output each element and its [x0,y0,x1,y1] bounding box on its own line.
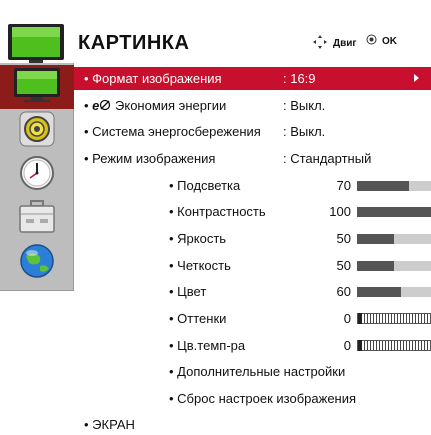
brightness-slider-fill [357,234,394,244]
sharpness-slider-fill [357,261,394,271]
speaker-icon [18,110,56,153]
picture-format-value: : 16:9 [283,71,316,86]
energy-saving-value: : Выкл. [283,98,326,113]
contrast-slider-fill [357,207,431,217]
menu-row-power-saving-system[interactable]: • Система энергосбережения : Выкл. [74,120,431,143]
sharpness-label: • Четкость [169,258,231,273]
dpad-icon [312,34,328,53]
color-temperature-value: 0 [343,338,351,353]
ok-button-icon [366,34,377,48]
sidebar-item-settings[interactable] [0,197,74,241]
tint-slider-marker [358,313,362,324]
tint-value: 0 [343,311,351,326]
eco-logo-icon: e [92,98,111,113]
picture-format-label: • Формат изображения [84,71,222,86]
brightness-slider[interactable] [357,234,431,244]
picture-reset-label: • Сброс настроек изображения [169,391,357,406]
color-temperature-slider-marker [358,340,362,351]
brightness-value: 50 [336,231,351,246]
energy-saving-label-wrap: • e Экономия энергии [84,98,226,113]
menu-row-contrast[interactable]: • Контрастность 100 [74,200,431,223]
category-sidebar [0,63,74,291]
globe-icon [18,242,56,285]
picture-mode-label: • Режим изображения [84,151,216,166]
screen-label: • ЭКРАН [84,417,135,432]
tv-screen-icon [13,67,61,108]
sharpness-slider[interactable] [357,261,431,271]
menu-row-tint[interactable]: • Оттенки 0 [74,307,431,330]
tv-menu-screen: КАРТИНКА Двиг OK • Формат изображения: … [0,0,431,435]
sidebar-item-time[interactable] [0,153,74,197]
power-saving-system-label: • Система энергосбережения [84,124,261,139]
menu-row-picture-reset[interactable]: • Сброс настроек изображения [74,387,431,410]
sidebar-item-picture[interactable] [0,65,74,109]
tint-label: • Оттенки [169,311,227,326]
energy-saving-bullet: • [84,98,93,113]
ok-hint-label: OK [382,35,397,47]
contrast-slider[interactable] [357,207,431,217]
navigate-hint-label: Двиг [333,38,357,49]
menu-row-picture-format[interactable]: • Формат изображения : 16:9 [74,67,431,90]
toolbox-icon [17,199,57,240]
menu-row-sharpness[interactable]: • Четкость 50 [74,254,431,277]
power-saving-system-value: : Выкл. [283,124,326,139]
tv-screen-icon [7,22,65,66]
backlight-value: 70 [336,178,351,193]
ok-hint: OK [366,34,397,48]
page-title: КАРТИНКА [78,32,190,54]
navigate-hint: Двиг [312,34,357,53]
menu-row-picture-mode[interactable]: • Режим изображения : Стандартный [74,147,431,170]
picture-settings-menu: • Формат изображения : 16:9 • e Экономия… [74,63,431,435]
eco-logo-letter: e [92,98,100,113]
color-label: • Цвет [169,284,207,299]
backlight-slider[interactable] [357,181,431,191]
sidebar-item-network[interactable] [0,241,74,285]
tint-balance-slider[interactable] [357,313,431,324]
menu-row-color[interactable]: • Цвет 60 [74,280,431,303]
energy-saving-label: Экономия энергии [111,98,227,113]
sidebar-item-audio[interactable] [0,109,74,153]
color-slider[interactable] [357,287,431,297]
contrast-value: 100 [329,204,351,219]
clock-icon [18,154,56,197]
menu-row-backlight[interactable]: • Подсветка 70 [74,174,431,197]
color-slider-fill [357,287,402,297]
menu-row-color-temperature[interactable]: • Цв.темп-ра 0 [74,334,431,357]
sharpness-value: 50 [336,258,351,273]
chevron-right-icon [414,74,419,82]
advanced-settings-label: • Дополнительные настройки [169,364,346,379]
menu-row-advanced-settings[interactable]: • Дополнительные настройки [74,360,431,383]
contrast-label: • Контрастность [169,204,266,219]
menu-row-screen[interactable]: • ЭКРАН [74,413,431,435]
backlight-label: • Подсветка [169,178,241,193]
color-temperature-slider[interactable] [357,340,431,351]
backlight-slider-fill [357,181,409,191]
menu-header: КАРТИНКА Двиг OK [0,20,431,68]
color-temperature-label: • Цв.темп-ра [169,338,246,353]
picture-mode-value: : Стандартный [283,151,372,166]
menu-row-brightness[interactable]: • Яркость 50 [74,227,431,250]
color-value: 60 [336,284,351,299]
menu-row-energy-saving[interactable]: • e Экономия энергии : Выкл. [74,94,431,117]
brightness-label: • Яркость [169,231,227,246]
